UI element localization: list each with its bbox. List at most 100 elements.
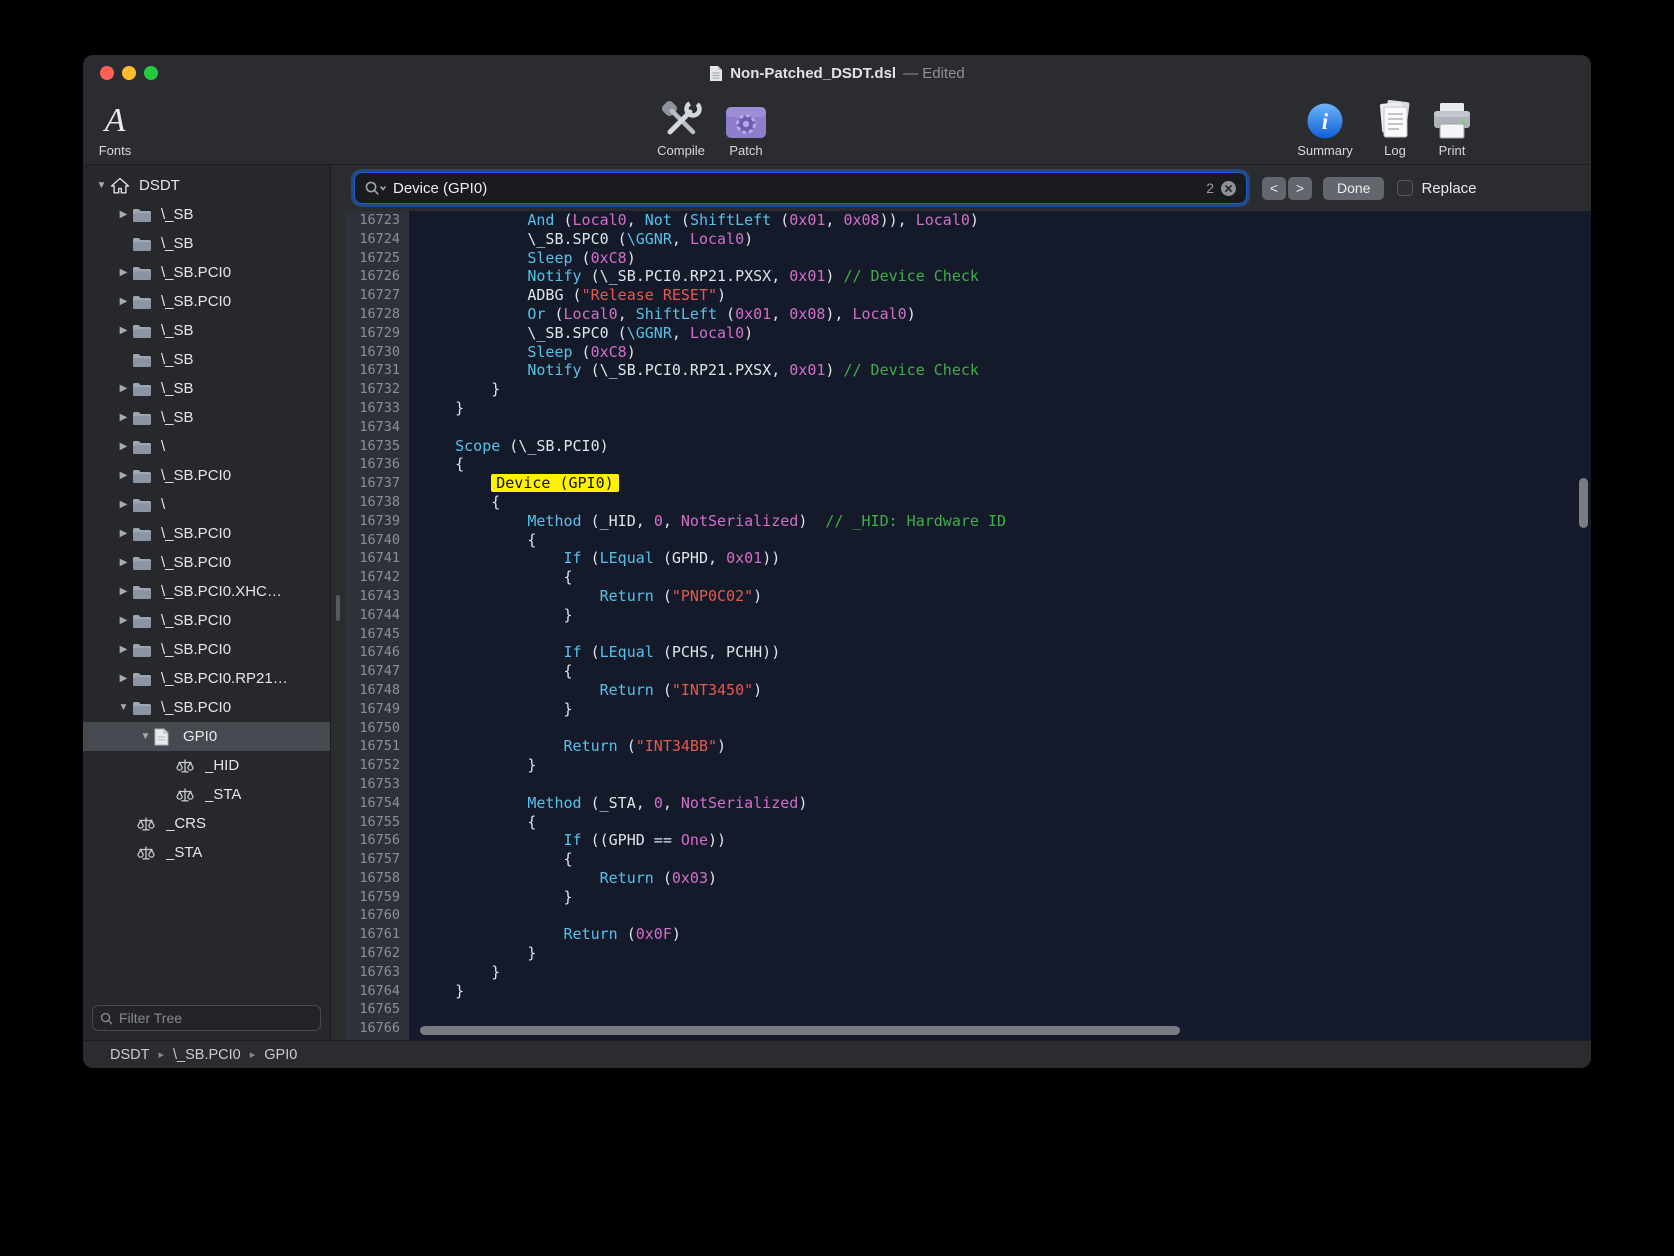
patch-button[interactable]: Patch <box>701 95 791 158</box>
code-line[interactable]: 16755 { <box>345 813 1591 832</box>
code-line[interactable]: 16764 } <box>345 982 1591 1001</box>
code-line[interactable]: 16737 Device (GPI0) <box>345 474 1591 493</box>
filter-tree-input[interactable] <box>119 1010 313 1026</box>
code-line[interactable]: 16752 } <box>345 756 1591 775</box>
find-previous-button[interactable]: < <box>1262 177 1286 200</box>
code-line[interactable]: 16765 <box>345 1000 1591 1019</box>
done-button[interactable]: Done <box>1323 177 1384 200</box>
code-line[interactable]: 16751 Return ("INT34BB") <box>345 737 1591 756</box>
disclosure-collapsed-icon[interactable]: ▶ <box>115 673 132 684</box>
breadcrumb-item[interactable]: DSDT <box>110 1047 149 1063</box>
disclosure-collapsed-icon[interactable]: ▶ <box>115 644 132 655</box>
code-line[interactable]: 16728 Or (Local0, ShiftLeft (0x01, 0x08)… <box>345 305 1591 324</box>
print-button[interactable]: Print <box>1407 95 1497 158</box>
code-line[interactable]: 16746 If (LEqual (PCHS, PCHH)) <box>345 643 1591 662</box>
disclosure-collapsed-icon[interactable]: ▶ <box>115 528 132 539</box>
search-icon[interactable] <box>364 180 387 196</box>
code-line[interactable]: 16727 ADBG ("Release RESET") <box>345 286 1591 305</box>
tree-item-sbpci0[interactable]: ▶\_SB.PCI0 <box>83 287 330 316</box>
tree-item-sbpci0[interactable]: ▶\_SB.PCI0 <box>83 258 330 287</box>
code-line[interactable]: 16745 <box>345 625 1591 644</box>
code-line[interactable]: 16738 { <box>345 493 1591 512</box>
code-line[interactable]: 16733 } <box>345 399 1591 418</box>
tree-item-[interactable]: ▶\ <box>83 490 330 519</box>
tree-item-crs[interactable]: _CRS <box>83 809 330 838</box>
code-line[interactable]: 16734 <box>345 418 1591 437</box>
tree-item-sb[interactable]: ▶\_SB <box>83 374 330 403</box>
tree-item-sb[interactable]: \_SB <box>83 345 330 374</box>
code-line[interactable]: 16741 If (LEqual (GPHD, 0x01)) <box>345 549 1591 568</box>
code-line[interactable]: 16760 <box>345 906 1591 925</box>
code-line[interactable]: 16754 Method (_STA, 0, NotSerialized) <box>345 794 1591 813</box>
filter-tree-field[interactable] <box>92 1005 321 1031</box>
tree-item-sta[interactable]: _STA <box>83 838 330 867</box>
code-line[interactable]: 16747 { <box>345 662 1591 681</box>
find-next-button[interactable]: > <box>1288 177 1312 200</box>
code-line[interactable]: 16723 And (Local0, Not (ShiftLeft (0x01,… <box>345 211 1591 230</box>
disclosure-collapsed-icon[interactable]: ▶ <box>115 615 132 626</box>
code-line[interactable]: 16736 { <box>345 455 1591 474</box>
disclosure-expanded-icon[interactable]: ▼ <box>137 731 154 742</box>
code-line[interactable]: 16739 Method (_HID, 0, NotSerialized) //… <box>345 512 1591 531</box>
code-line[interactable]: 16726 Notify (\_SB.PCI0.RP21.PXSX, 0x01)… <box>345 267 1591 286</box>
tree-item-sb[interactable]: ▶\_SB <box>83 200 330 229</box>
code-line[interactable]: 16731 Notify (\_SB.PCI0.RP21.PXSX, 0x01)… <box>345 361 1591 380</box>
splitter-handle-icon[interactable] <box>336 595 340 621</box>
code-line[interactable]: 16724 \_SB.SPC0 (\GGNR, Local0) <box>345 230 1591 249</box>
code-line[interactable]: 16762 } <box>345 944 1591 963</box>
code-area[interactable]: 16723 And (Local0, Not (ShiftLeft (0x01,… <box>345 211 1591 1040</box>
search-field[interactable]: 2 <box>355 173 1246 203</box>
tree-item-sbpci0[interactable]: ▶\_SB.PCI0 <box>83 461 330 490</box>
code-line[interactable]: 16744 } <box>345 606 1591 625</box>
clear-search-icon[interactable] <box>1220 180 1237 197</box>
tree-item-sb[interactable]: \_SB <box>83 229 330 258</box>
disclosure-collapsed-icon[interactable]: ▶ <box>115 557 132 568</box>
code-line[interactable]: 16748 Return ("INT3450") <box>345 681 1591 700</box>
disclosure-collapsed-icon[interactable]: ▶ <box>115 209 132 220</box>
tree-item-sbpci0[interactable]: ▼\_SB.PCI0 <box>83 693 330 722</box>
code-line[interactable]: 16730 Sleep (0xC8) <box>345 343 1591 362</box>
tree-item-sb[interactable]: ▶\_SB <box>83 403 330 432</box>
code-line[interactable]: 16732 } <box>345 380 1591 399</box>
code-line[interactable]: 16750 <box>345 719 1591 738</box>
disclosure-collapsed-icon[interactable]: ▶ <box>115 296 132 307</box>
search-input[interactable] <box>393 180 1200 197</box>
tree-item-sbpci0[interactable]: ▶\_SB.PCI0 <box>83 606 330 635</box>
code-line[interactable]: 16759 } <box>345 888 1591 907</box>
code-line[interactable]: 16756 If ((GPHD == One)) <box>345 831 1591 850</box>
disclosure-collapsed-icon[interactable]: ▶ <box>115 383 132 394</box>
tree-item-sta[interactable]: _STA <box>83 780 330 809</box>
code-line[interactable]: 16749 } <box>345 700 1591 719</box>
code-line[interactable]: 16735 Scope (\_SB.PCI0) <box>345 437 1591 456</box>
disclosure-collapsed-icon[interactable]: ▶ <box>115 325 132 336</box>
tree-item-sbpci0[interactable]: ▶\_SB.PCI0 <box>83 519 330 548</box>
disclosure-collapsed-icon[interactable]: ▶ <box>115 412 132 423</box>
disclosure-collapsed-icon[interactable]: ▶ <box>115 470 132 481</box>
disclosure-collapsed-icon[interactable]: ▶ <box>115 267 132 278</box>
code-line[interactable]: 16761 Return (0x0F) <box>345 925 1591 944</box>
code-line[interactable]: 16729 \_SB.SPC0 (\GGNR, Local0) <box>345 324 1591 343</box>
code-editor[interactable]: 16723 And (Local0, Not (ShiftLeft (0x01,… <box>345 211 1591 1040</box>
disclosure-collapsed-icon[interactable]: ▶ <box>115 586 132 597</box>
fonts-button[interactable]: A Fonts <box>83 95 160 158</box>
tree-item-sb[interactable]: ▶\_SB <box>83 316 330 345</box>
code-line[interactable]: 16758 Return (0x03) <box>345 869 1591 888</box>
disclosure-expanded-icon[interactable]: ▼ <box>115 702 132 713</box>
code-line[interactable]: 16743 Return ("PNP0C02") <box>345 587 1591 606</box>
replace-checkbox[interactable] <box>1397 180 1413 196</box>
tree-item-gpi0[interactable]: ▼GPI0 <box>83 722 330 751</box>
breadcrumb-item[interactable]: GPI0 <box>264 1047 297 1063</box>
code-line[interactable]: 16725 Sleep (0xC8) <box>345 249 1591 268</box>
tree-item-[interactable]: ▶\ <box>83 432 330 461</box>
code-line[interactable]: 16753 <box>345 775 1591 794</box>
horizontal-scrollbar[interactable] <box>420 1026 1180 1035</box>
pane-splitter[interactable] <box>331 165 345 1040</box>
disclosure-collapsed-icon[interactable]: ▶ <box>115 441 132 452</box>
tree-item-hid[interactable]: _HID <box>83 751 330 780</box>
disclosure-expanded-icon[interactable]: ▼ <box>93 180 110 191</box>
tree-item-sbpci0[interactable]: ▶\_SB.PCI0 <box>83 635 330 664</box>
breadcrumb-item[interactable]: \_SB.PCI0 <box>173 1047 241 1063</box>
code-line[interactable]: 16757 { <box>345 850 1591 869</box>
vertical-scrollbar[interactable] <box>1579 478 1588 528</box>
code-line[interactable]: 16740 { <box>345 531 1591 550</box>
